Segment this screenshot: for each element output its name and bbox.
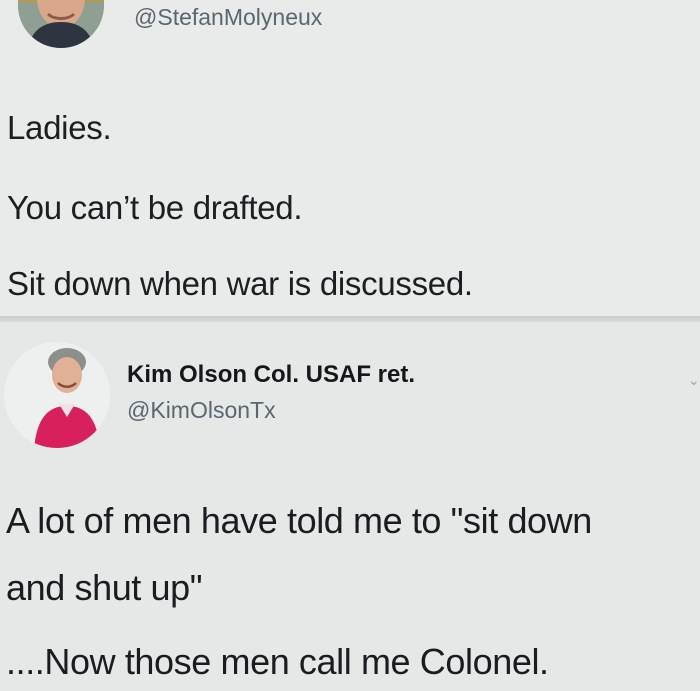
man-portrait-icon — [18, 0, 104, 48]
woman-portrait-icon — [4, 342, 110, 448]
author-name[interactable]: Kim Olson Col. USAF ret. — [127, 361, 415, 389]
author-handle[interactable]: @KimOlsonTx — [127, 397, 276, 423]
tweet-line: and shut up" — [6, 567, 203, 608]
tweet-line: You can’t be drafted. — [7, 189, 303, 226]
avatar[interactable] — [4, 342, 110, 448]
tweet-line: A lot of men have told me to "sit down — [6, 500, 592, 541]
author-handle[interactable]: @StefanMolyneux — [134, 4, 322, 30]
chevron-down-icon[interactable]: ⌄ — [688, 372, 700, 389]
avatar[interactable] — [18, 0, 104, 48]
tweet-line: ....Now those men call me Colonel. — [6, 641, 549, 682]
tweet-line: Sit down when war is discussed. — [7, 265, 473, 302]
first-tweet: @StefanMolyneux Ladies. You can’t be dra… — [0, 0, 700, 316]
tweet-line: Ladies. — [7, 109, 112, 146]
